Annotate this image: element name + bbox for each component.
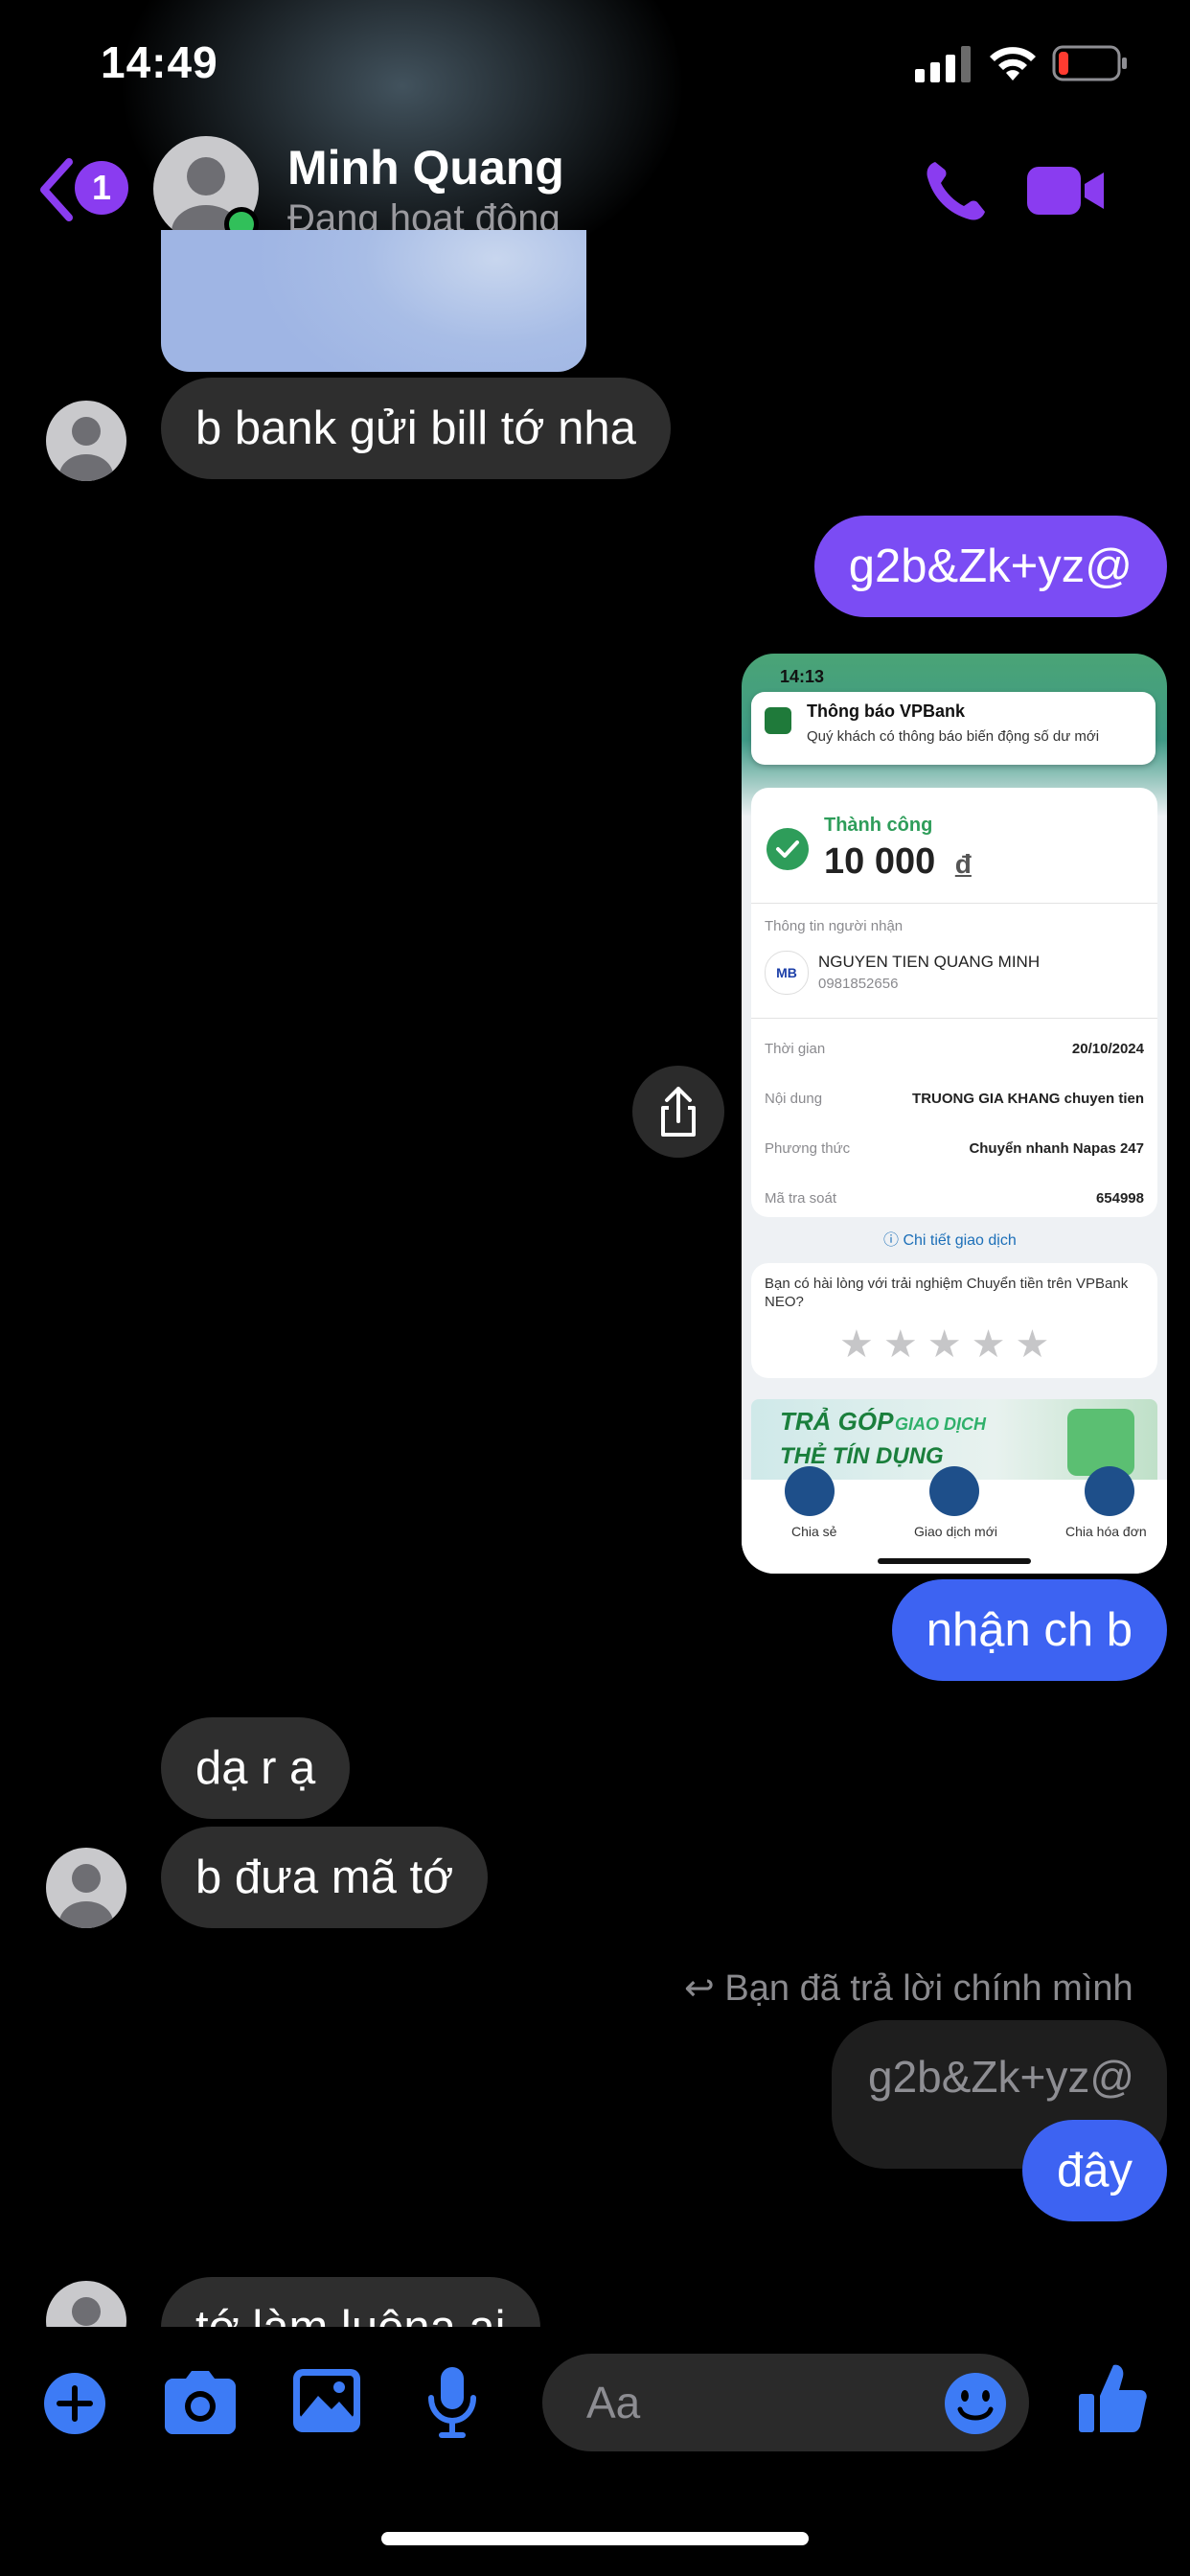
receipt-card: Thành công 10 000 đ Thông tin người nhận… — [751, 788, 1157, 1217]
mb-bank-logo: MB — [765, 951, 809, 995]
status-time: 14:49 — [101, 37, 218, 87]
transfer-status: Thành công — [824, 815, 933, 836]
camera-icon[interactable] — [165, 2371, 236, 2434]
reply-note: ↩ Bạn đã trả lời chính mình — [684, 1966, 1133, 2010]
contact-avatar-small[interactable] — [46, 1848, 126, 1928]
detail-value: Chuyển nhanh Napas 247 — [969, 1140, 1144, 1157]
share-nav-icon — [785, 1466, 835, 1516]
receipt-image-attachment[interactable]: 14:13 Thông báo VPBank Quý khách có thôn… — [742, 654, 1167, 1574]
thumbs-up-icon[interactable] — [1079, 2361, 1148, 2434]
detail-value: 654998 — [1095, 1190, 1144, 1207]
message-outgoing[interactable]: g2b&Zk+yz@ — [813, 516, 1167, 617]
reply-note-text: Bạn đã trả lời chính mình — [724, 1968, 1133, 2009]
detail-value: TRUONG GIA KHANG chuyen tien — [912, 1091, 1144, 1107]
detail-label: Thời gian — [765, 1041, 826, 1057]
cellular-signal-icon — [915, 46, 971, 82]
nav-label: Chia sẻ — [791, 1524, 837, 1539]
message-incoming[interactable]: b bank gửi bill tớ nha — [161, 378, 671, 479]
transaction-detail-link: ⓘ Chi tiết giao dịch — [883, 1232, 1017, 1249]
detail-label: Mã tra soát — [765, 1190, 837, 1207]
divider — [751, 903, 1157, 904]
vpbank-logo-icon — [765, 707, 791, 734]
success-check-icon — [767, 828, 809, 870]
promo-card-graphic — [1067, 1409, 1134, 1476]
microphone-icon[interactable] — [425, 2367, 479, 2440]
person-silhouette-icon — [59, 1864, 113, 1928]
message-incoming[interactable]: dạ r ạ — [161, 1717, 351, 1819]
amount-currency: đ — [954, 849, 972, 879]
message-input-placeholder: Aa — [586, 2378, 641, 2427]
detail-label: Nội dung — [765, 1091, 823, 1107]
smiley-icon[interactable] — [943, 2371, 1008, 2436]
image-icon[interactable] — [293, 2369, 360, 2432]
recipient-name: NGUYEN TIEN QUANG MINH — [818, 953, 1041, 971]
phone-icon[interactable] — [922, 158, 989, 225]
receipt-time: 14:13 — [780, 667, 825, 686]
detail-label: Phương thức — [765, 1140, 851, 1157]
quoted-text: g2b&Zk+yz@ — [868, 2052, 1135, 2102]
recipient-label: Thông tin người nhận — [765, 918, 904, 934]
person-silhouette-icon — [59, 417, 113, 481]
message-outgoing[interactable]: nhận ch b — [891, 1579, 1167, 1681]
wifi-icon — [990, 47, 1036, 80]
message-outgoing[interactable]: đây — [1021, 2120, 1167, 2221]
nav-label: Chia hóa đơn — [1065, 1524, 1147, 1539]
split-bill-icon — [1085, 1466, 1134, 1516]
home-indicator — [381, 2532, 809, 2545]
home-indicator — [878, 1558, 1031, 1564]
nav-label: Giao dịch mới — [914, 1524, 997, 1539]
contact-avatar-small[interactable] — [46, 401, 126, 481]
receipt-bottom-nav: Chia sẻ Giao dịch mới Chia hóa đơn — [742, 1466, 1167, 1574]
battery-icon — [1052, 45, 1127, 81]
share-icon — [661, 1087, 696, 1137]
transfer-amount: 10 000 đ — [824, 841, 972, 883]
detail-link-label: Chi tiết giao dịch — [903, 1232, 1017, 1249]
divider — [751, 1018, 1157, 1019]
message-incoming[interactable]: b đưa mã tớ — [161, 1827, 489, 1928]
rating-stars: ★★★★★ — [839, 1323, 1060, 1366]
detail-value: 20/10/2024 — [1071, 1041, 1144, 1057]
receipt-notification: Thông báo VPBank Quý khách có thông báo … — [751, 692, 1156, 765]
amount-value: 10 000 — [824, 841, 936, 882]
plus-circle-icon[interactable] — [42, 2371, 107, 2436]
unread-badge[interactable]: 1 — [75, 161, 128, 215]
rating-card: Bạn có hài lòng với trải nghiệm Chuyển t… — [751, 1263, 1157, 1378]
new-transaction-icon — [929, 1466, 979, 1516]
banner-text: GIAO DỊCH — [895, 1414, 987, 1434]
previous-image-attachment[interactable] — [161, 230, 586, 372]
video-camera-icon[interactable] — [1027, 163, 1106, 218]
recipient-account: 0981852656 — [818, 976, 899, 992]
contact-name[interactable]: Minh Quang — [287, 140, 564, 196]
reply-arrow-icon: ↩ — [684, 1968, 715, 2009]
banner-text: TRẢ GÓP — [780, 1407, 894, 1436]
notification-title: Thông báo VPBank — [807, 702, 966, 721]
back-chevron-icon[interactable] — [36, 158, 75, 221]
notification-body: Quý khách có thông báo biến động số dư m… — [807, 728, 1100, 745]
rating-question: Bạn có hài lòng với trải nghiệm Chuyển t… — [765, 1276, 1129, 1310]
share-button[interactable] — [632, 1066, 724, 1158]
